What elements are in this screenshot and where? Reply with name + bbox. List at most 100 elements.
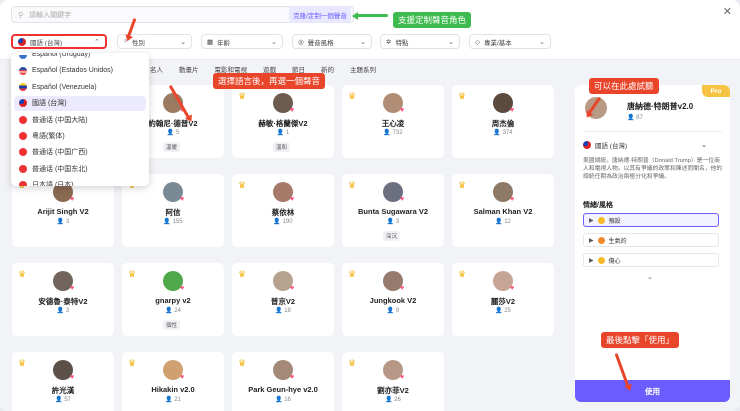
crown-icon: ♛	[128, 358, 137, 368]
flag-icon	[19, 53, 27, 59]
heart-icon[interactable]: ♥	[70, 196, 74, 203]
voice-card[interactable]: ♛ ♥ 劉亦菲V2 👤 26	[342, 352, 444, 411]
search-input[interactable]: 請輸入關鍵字	[29, 10, 71, 20]
voice-card[interactable]: ♛ ♥ 周杰倫 👤 374	[452, 85, 554, 158]
voice-name: Bunta Sugawara V2	[357, 207, 429, 216]
voice-card[interactable]: ♛ ♥ 普京V2 👤 18	[232, 263, 334, 336]
play-icon[interactable]: ▶	[589, 237, 594, 244]
language-option[interactable]: 日本語 (日本)	[14, 177, 146, 186]
top-bar: ⚲ 請輸入關鍵字 克隆/定制一個聲音 ✕ 國語 (台灣) ⌃ ♀ 性別 ⌄ ▦ …	[0, 0, 740, 60]
usage-count: 👤 18	[275, 308, 291, 314]
chevron-down-icon: ⌄	[180, 38, 186, 46]
flag-icon	[19, 164, 27, 173]
voice-card[interactable]: ♛ ♥ 安德魯·泰特V2 👤 3	[12, 263, 114, 336]
tab-celebrity[interactable]: 名人	[150, 64, 163, 74]
feature-filter-label: 特點	[395, 39, 409, 47]
heart-icon[interactable]: ♥	[400, 374, 404, 381]
usage-count-value: 25	[504, 308, 511, 314]
voice-card[interactable]: ♛ ♥ Hikakin v2.0 👤 21	[122, 352, 224, 411]
annotation-use: 最後點擊「使用」	[601, 332, 680, 348]
voice-card[interactable]: ♛ ♥ 赫敏·格蘭傑V2 👤 1 溫和	[232, 85, 334, 158]
voice-card[interactable]: ♛ ♥ Bunta Sugawara V2 👤 3 深沉	[342, 174, 444, 247]
language-option-label: Español (Uruguay)	[32, 53, 91, 58]
voice-card[interactable]: ♛ ♥ 王心凌 👤 732	[342, 85, 444, 158]
style-filter[interactable]: ◎ 聲音風格 ⌄	[292, 34, 372, 49]
voice-library-modal: ⚲ 請輸入關鍵字 克隆/定制一個聲音 ✕ 國語 (台灣) ⌃ ♀ 性別 ⌄ ▦ …	[0, 0, 740, 411]
use-button[interactable]: 使用	[575, 380, 730, 402]
language-option[interactable]: 粵語(繁体)	[14, 129, 146, 144]
age-filter[interactable]: ▦ 年齡 ⌄	[201, 34, 283, 49]
language-option[interactable]: 國語 (台灣)	[14, 95, 146, 111]
language-option[interactable]: Español (Estados Unidos)	[14, 63, 146, 78]
heart-icon[interactable]: ♥	[70, 374, 74, 381]
flag-icon	[19, 148, 27, 157]
chevron-down-icon: ⌄	[701, 142, 708, 149]
usage-count-value: 12	[504, 219, 511, 225]
heart-icon[interactable]: ♥	[180, 285, 184, 292]
heart-icon[interactable]: ♥	[180, 374, 184, 381]
age-filter-label: 年齡	[217, 39, 231, 47]
language-option-label: Español (Venezuela)	[32, 83, 97, 91]
panel-language-select[interactable]: 國語 (台灣) ⌄	[583, 140, 707, 150]
heart-icon[interactable]: ♥	[510, 107, 514, 114]
feature-filter[interactable]: ✲ 特點 ⌄	[380, 34, 460, 49]
language-option-label: 日本語 (日本)	[32, 181, 74, 186]
style-tag: 溫暖	[163, 142, 181, 152]
language-option[interactable]: Español (Venezuela)	[14, 80, 146, 95]
tab-themes[interactable]: 主題系列	[350, 64, 376, 74]
usage-count: 👤 21	[165, 397, 181, 403]
taiwan-flag-icon	[583, 141, 591, 149]
clone-voice-button[interactable]: 克隆/定制一個聲音	[289, 6, 351, 23]
voice-name: 許光漢	[51, 386, 75, 395]
emotion-label: 傷心	[608, 258, 621, 265]
crown-icon: ♛	[458, 269, 467, 279]
language-option-label: 普通话 (中国广西)	[32, 149, 88, 157]
play-icon[interactable]: ▶	[589, 257, 594, 264]
emoji-icon	[597, 216, 605, 224]
language-option-label: 粵語(繁体)	[32, 133, 65, 140]
chevron-down-icon: ⌄	[271, 38, 277, 46]
heart-icon[interactable]: ♥	[180, 196, 184, 203]
language-option-label: 普通话 (中国大陆)	[32, 116, 88, 124]
usage-count-value: 16	[284, 397, 291, 403]
voice-card[interactable]: ♛ ♥ Salman Khan V2 👤 12	[452, 174, 554, 247]
voice-name: 王心凌	[381, 119, 405, 128]
language-option[interactable]: Español (Uruguay)	[14, 53, 146, 62]
usage-count-value: 5	[175, 130, 180, 136]
voice-card[interactable]: ♛ ♥ 麗莎V2 👤 25	[452, 263, 554, 336]
heart-icon[interactable]: ♥	[510, 285, 514, 292]
language-option[interactable]: 普通话 (中国大陆)	[14, 112, 146, 127]
heart-icon[interactable]: ♥	[290, 196, 294, 203]
emotion-label: 預設	[608, 218, 621, 225]
heart-icon[interactable]: ♥	[70, 285, 74, 292]
voice-name: Arijit Singh V2	[37, 207, 89, 216]
tab-animation[interactable]: 動畫片	[179, 64, 199, 74]
crown-icon: ♛	[348, 269, 357, 279]
voice-card[interactable]: ♛ ♥ Jungkook V2 👤 9	[342, 263, 444, 336]
play-icon[interactable]: ▶	[589, 217, 594, 224]
language-option[interactable]: 普通话 (中国广西)	[14, 145, 146, 160]
domain-filter[interactable]: ◇ 專業/基本 ⌄	[469, 34, 551, 49]
voice-card[interactable]: ♛ ♥ Park Geun-hye v2.0 👤 16	[232, 352, 334, 411]
heart-icon[interactable]: ♥	[400, 285, 404, 292]
heart-icon[interactable]: ♥	[290, 374, 294, 381]
heart-icon[interactable]: ♥	[510, 196, 514, 203]
chevron-down-icon[interactable]: ⌄	[647, 273, 653, 281]
voice-card[interactable]: ♛ ♥ gnarpy v2 👤 24 個性	[122, 263, 224, 336]
voice-card[interactable]: ♛ ♥ 許光漢 👤 57	[12, 352, 114, 411]
heart-icon[interactable]: ♥	[290, 107, 294, 114]
close-icon[interactable]: ✕	[723, 5, 732, 18]
language-option[interactable]: 普通话 (中国东北)	[14, 161, 146, 176]
usage-count-value: 24	[174, 308, 181, 314]
flag-icon	[19, 132, 27, 140]
language-filter[interactable]: 國語 (台灣) ⌃	[11, 34, 107, 49]
heart-icon[interactable]: ♥	[400, 107, 404, 114]
language-option-label: 國語 (台灣)	[32, 100, 67, 108]
voice-card[interactable]: ♛ ♥ 蔡依林 👤 190	[232, 174, 334, 247]
emotion-sad[interactable]: ▶ 傷心	[583, 253, 719, 267]
emotion-default[interactable]: ▶ 預設	[583, 213, 719, 227]
emoji-icon	[597, 236, 605, 244]
heart-icon[interactable]: ♥	[400, 196, 404, 203]
emotion-angry[interactable]: ▶ 生氣的	[583, 233, 719, 247]
heart-icon[interactable]: ♥	[290, 285, 294, 292]
